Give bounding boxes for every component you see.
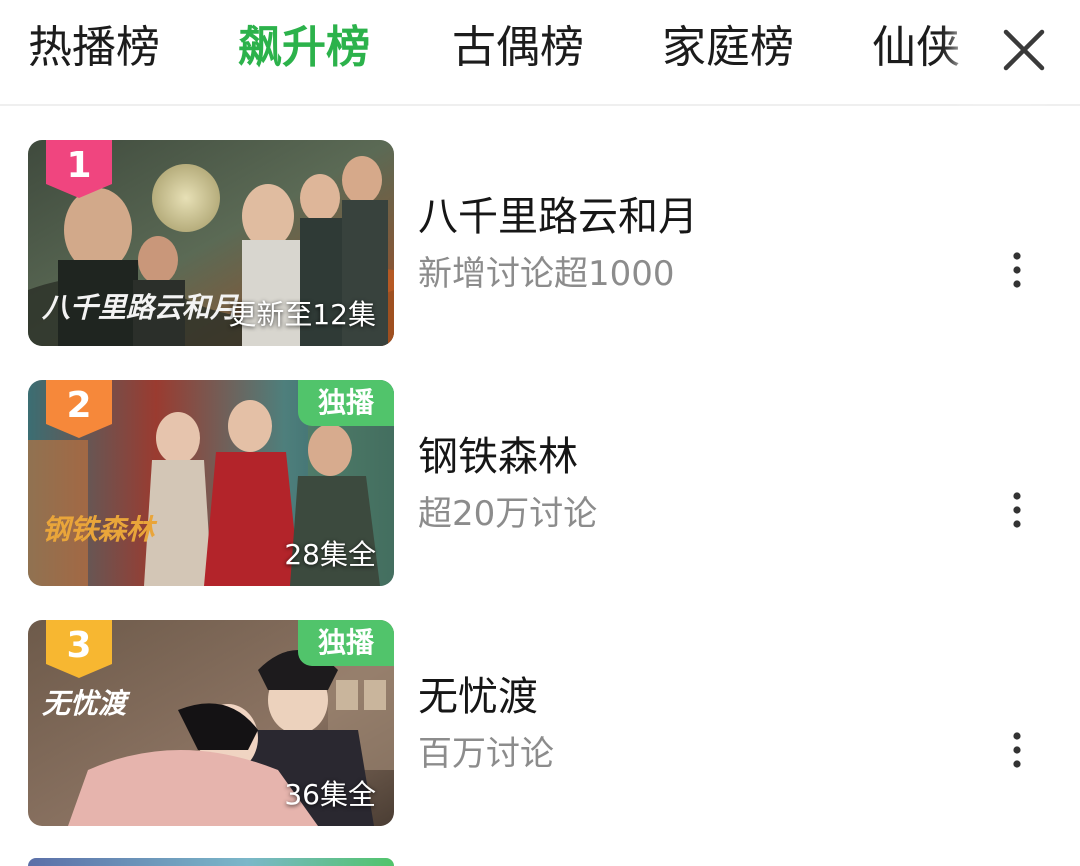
rank-badge: 3 (46, 620, 112, 678)
poster-title-art: 钢铁森林 (42, 513, 155, 546)
rank-badge: 2 (46, 380, 112, 438)
tab-family[interactable]: 家庭榜 (662, 20, 794, 76)
poster-image[interactable]: 2 独播 钢铁森林 28集全 (28, 380, 394, 586)
tab-costume-idol[interactable]: 古偶榜 (452, 20, 584, 76)
list-item[interactable]: 1 八千里路云和月 更新至12集 八千里路云和月 新增讨论超1000 (0, 140, 1080, 350)
poster-image[interactable]: 1 八千里路云和月 更新至12集 (28, 140, 394, 346)
episode-count: 36集全 (284, 778, 376, 811)
more-vertical-icon (1013, 732, 1021, 768)
ranking-tab-bar: 热播榜 飙升榜 古偶榜 家庭榜 仙侠 (0, 0, 1080, 106)
exclusive-badge: 独播 (298, 620, 394, 666)
more-options-button[interactable] (1000, 724, 1036, 776)
poster-image[interactable]: 3 独播 无忧渡 36集全 (28, 620, 394, 826)
list-item[interactable]: 2 独播 钢铁森林 28集全 钢铁森林 超20万讨论 (0, 380, 1080, 590)
poster-title-art: 无忧渡 (42, 687, 127, 720)
more-options-button[interactable] (1000, 484, 1036, 536)
poster-title-art: 八千里路云和月 (42, 291, 239, 324)
show-discussion-count: 百万讨论 (418, 734, 554, 774)
tab-hot[interactable]: 热播榜 (28, 20, 160, 76)
more-vertical-icon (1013, 252, 1021, 288)
rank-badge: 1 (46, 140, 112, 198)
episode-count: 更新至12集 (228, 298, 376, 331)
show-title[interactable]: 八千里路云和月 (418, 192, 698, 242)
close-icon (1003, 29, 1045, 71)
episode-count: 28集全 (284, 538, 376, 571)
show-discussion-count: 新增讨论超1000 (418, 254, 675, 294)
more-options-button[interactable] (1000, 244, 1036, 296)
tab-rising[interactable]: 飙升榜 (238, 20, 370, 76)
show-discussion-count: 超20万讨论 (418, 494, 598, 534)
next-list-item-peek (28, 858, 394, 866)
list-item[interactable]: 3 独播 无忧渡 36集全 无忧渡 百万讨论 (0, 620, 1080, 830)
exclusive-badge: 独播 (298, 380, 394, 426)
show-title[interactable]: 无忧渡 (418, 672, 538, 722)
close-button[interactable] (986, 12, 1062, 88)
tab-xianxia[interactable]: 仙侠 (872, 20, 960, 76)
more-vertical-icon (1013, 492, 1021, 528)
show-title[interactable]: 钢铁森林 (418, 432, 578, 482)
